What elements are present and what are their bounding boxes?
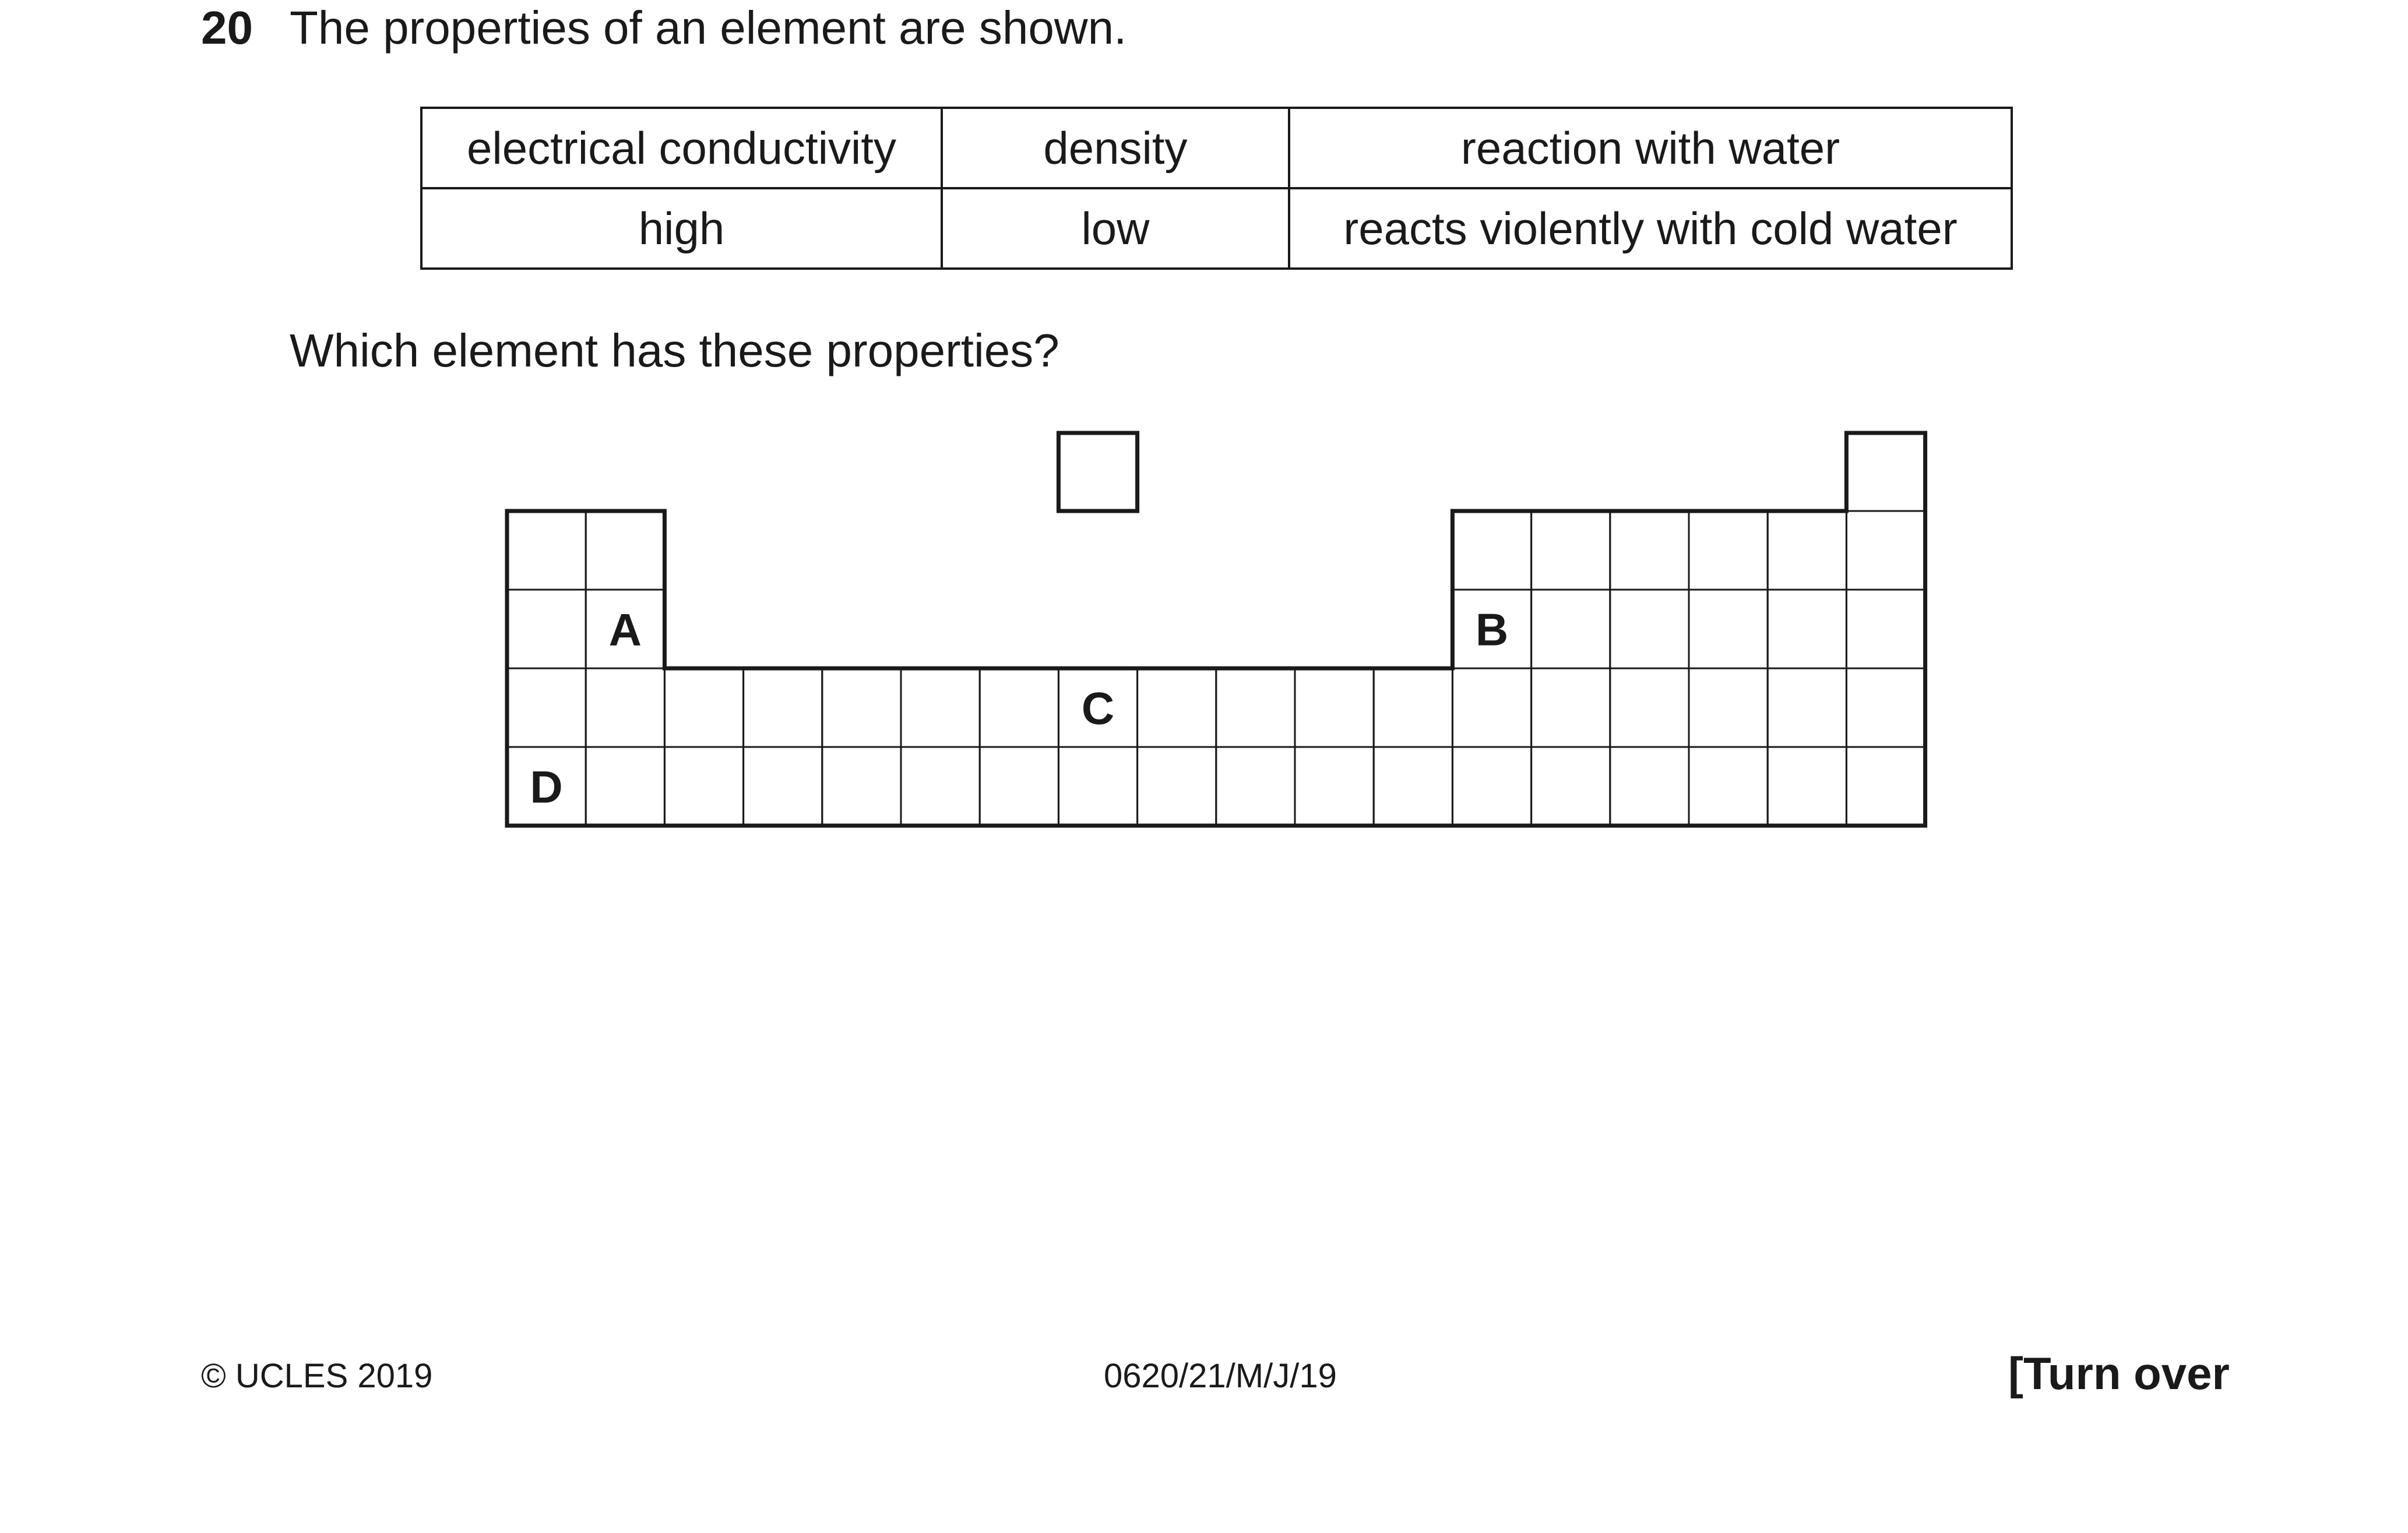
periodic-cell xyxy=(900,667,981,748)
periodic-cell xyxy=(742,746,823,827)
periodic-cell xyxy=(663,667,745,748)
periodic-cell xyxy=(1766,588,1847,669)
periodic-cell xyxy=(1215,746,1296,827)
periodic-cell xyxy=(585,510,666,591)
periodic-cell xyxy=(1451,667,1533,748)
periodic-cell xyxy=(1451,746,1533,827)
periodic-cell xyxy=(821,746,902,827)
periodic-cell xyxy=(978,667,1059,748)
periodic-cell xyxy=(506,510,587,591)
periodic-cell xyxy=(585,746,666,827)
periodic-cell xyxy=(663,746,745,827)
periodic-cell xyxy=(1766,667,1847,748)
element-label-b: B xyxy=(1476,604,1508,656)
periodic-cell xyxy=(978,746,1059,827)
periodic-cell xyxy=(1057,746,1139,827)
periodic-cell xyxy=(1530,510,1611,591)
footer-copyright: © UCLES 2019 xyxy=(201,1357,433,1395)
periodic-cell xyxy=(900,746,981,827)
periodic-cell-hydrogen xyxy=(1056,431,1140,513)
periodic-cell xyxy=(1688,746,1769,827)
element-label-d: D xyxy=(530,762,562,813)
footer-paper-code: 0620/21/M/J/19 xyxy=(1104,1357,1337,1395)
periodic-cell xyxy=(1136,667,1217,748)
periodic-cell xyxy=(1530,746,1611,827)
periodic-cell xyxy=(1845,746,1927,827)
periodic-cell xyxy=(506,667,587,748)
periodic-cell xyxy=(1609,667,1690,748)
periodic-cell xyxy=(1215,667,1296,748)
periodic-cell xyxy=(1609,746,1690,827)
periodic-cell xyxy=(1294,746,1375,827)
periodic-cell-helium xyxy=(1845,432,1927,512)
periodic-cell xyxy=(1688,667,1769,748)
periodic-cell xyxy=(1136,746,1217,827)
periodic-cell xyxy=(585,667,666,748)
periodic-cell xyxy=(1688,588,1769,669)
periodic-cell xyxy=(1609,588,1690,669)
periodic-cell xyxy=(1372,746,1453,827)
periodic-cell xyxy=(1530,667,1611,748)
footer-turn-over: [Turn over xyxy=(2008,1348,2230,1399)
periodic-cell xyxy=(1766,746,1847,827)
periodic-cell xyxy=(506,588,587,669)
element-label-a: A xyxy=(609,604,642,656)
periodic-cell xyxy=(1530,588,1611,669)
periodic-cell xyxy=(1766,510,1847,591)
periodic-cell xyxy=(1845,667,1927,748)
periodic-cell xyxy=(821,667,902,748)
periodic-table-outline: A B C D xyxy=(505,431,1928,828)
periodic-cell xyxy=(1688,510,1769,591)
periodic-cell xyxy=(1845,510,1927,591)
periodic-cell xyxy=(1294,667,1375,748)
periodic-cell xyxy=(742,667,823,748)
periodic-cell xyxy=(1609,510,1690,591)
periodic-cell xyxy=(1451,510,1533,591)
element-label-c: C xyxy=(1082,683,1114,734)
periodic-cell xyxy=(1845,588,1927,669)
periodic-cell xyxy=(1372,667,1453,748)
